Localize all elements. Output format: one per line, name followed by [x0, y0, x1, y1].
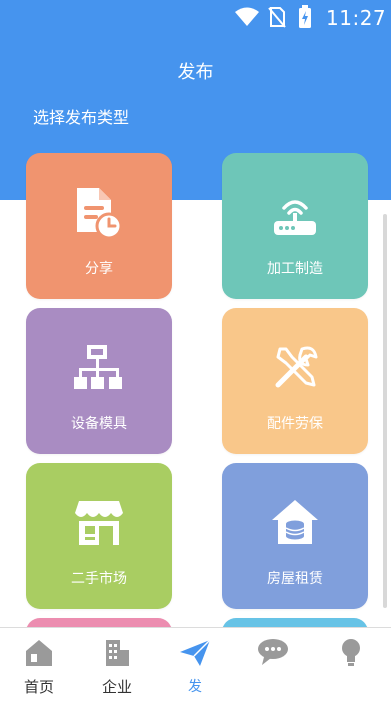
- chat-icon: [258, 639, 288, 665]
- category-card-parts[interactable]: 配件劳保: [222, 308, 368, 454]
- tab-label-company: 企业: [101, 678, 132, 696]
- tab-company[interactable]: 企业: [78, 628, 156, 702]
- bulb-icon: [342, 639, 360, 666]
- storefront-icon: [75, 501, 123, 545]
- section-title: 选择发布类型: [33, 108, 130, 127]
- home-icon: [26, 640, 52, 666]
- router-icon: [274, 200, 316, 235]
- category-label: 分享: [85, 261, 113, 277]
- category-label: 加工制造: [267, 261, 323, 277]
- category-card-secondhand[interactable]: 二手市场: [26, 463, 172, 609]
- scrollbar[interactable]: [383, 214, 387, 608]
- battery-charging-icon: [299, 5, 311, 28]
- paper-plane-icon: [180, 639, 211, 666]
- no-sim-icon: [268, 7, 286, 28]
- category-card-share[interactable]: 分享: [26, 153, 172, 299]
- category-card-equipment[interactable]: 设备模具: [26, 308, 172, 454]
- tab-home[interactable]: 首页: [0, 628, 78, 702]
- bottom-tab-bar: 首页 企业 发: [0, 627, 391, 702]
- hierarchy-icon: [74, 345, 122, 389]
- document-clock-icon: [77, 188, 123, 240]
- wifi-icon: [235, 7, 259, 26]
- tab-messages[interactable]: [234, 628, 312, 702]
- tab-label-publish: 发: [188, 679, 202, 695]
- category-label: 二手市场: [71, 571, 127, 587]
- building-icon: [106, 640, 129, 666]
- status-bar: 11:27: [0, 0, 391, 36]
- page-title: 发布: [177, 62, 214, 83]
- tools-icon: [275, 346, 318, 388]
- status-time: 11:27: [326, 6, 387, 30]
- category-label: 房屋租赁: [267, 571, 323, 587]
- category-card-housing[interactable]: 房屋租赁: [222, 463, 368, 609]
- house-coins-icon: [272, 500, 318, 544]
- tab-label-home: 首页: [23, 678, 54, 696]
- category-card-manufacturing[interactable]: 加工制造: [222, 153, 368, 299]
- category-label: 设备模具: [71, 416, 127, 432]
- tab-publish[interactable]: 发: [156, 628, 234, 702]
- tab-profile[interactable]: [312, 628, 390, 702]
- category-label: 配件劳保: [267, 416, 323, 432]
